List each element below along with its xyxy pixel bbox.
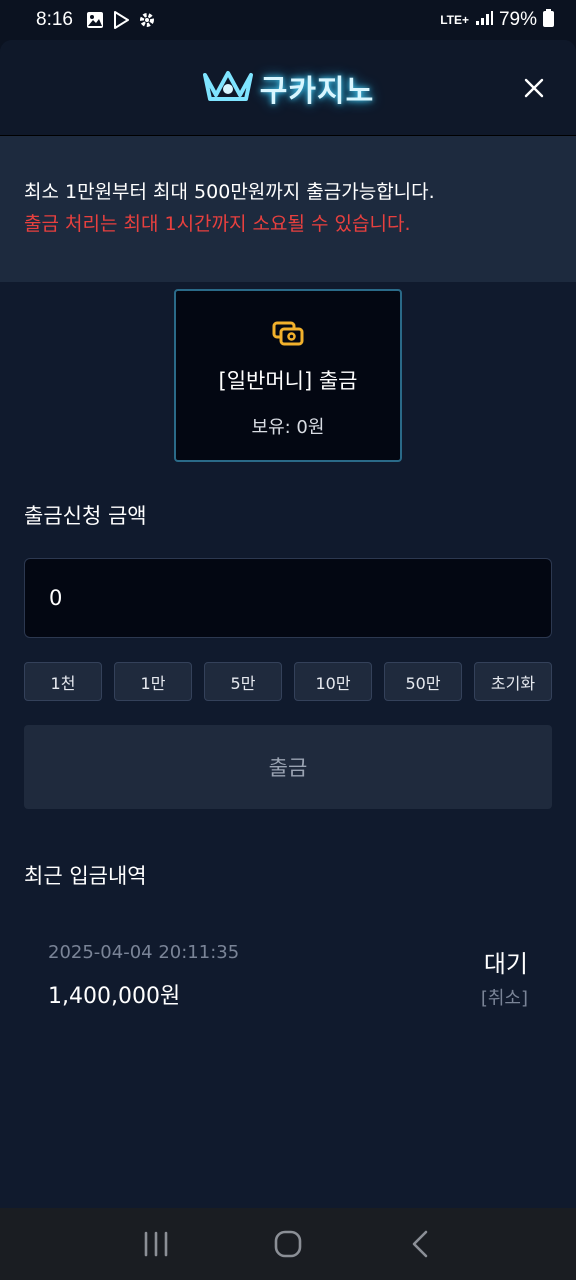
status-bar: 8:16 LTE+ 79% [0, 0, 576, 40]
history-amount: 1,400,000원 [48, 984, 181, 1009]
withdraw-submit-button[interactable]: 출금 [24, 725, 552, 809]
gallery-icon [85, 10, 105, 30]
notice-limit-text: 최소 1만원부터 최대 500만원까지 출금가능합니다. [24, 181, 435, 203]
status-time: 8:16 [36, 9, 73, 30]
history-status: 대기 [483, 950, 528, 978]
history-cancel-link[interactable]: [취소] [481, 984, 528, 1010]
battery-level: 79% [498, 9, 537, 30]
settings-gear-icon [137, 10, 157, 30]
quick-500k-button[interactable]: 50만 [384, 662, 462, 701]
withdraw-type-title: [일반머니] 출금 [218, 369, 358, 393]
battery-icon [543, 9, 554, 31]
home-icon [274, 1230, 302, 1258]
home-button[interactable] [264, 1220, 312, 1268]
withdraw-type-balance: 보유: 0원 [251, 417, 325, 438]
close-icon [524, 78, 544, 98]
quick-amount-row: 1천 1만 5만 10만 50만 초기화 [24, 662, 552, 701]
quick-1k-button[interactable]: 1천 [24, 662, 102, 701]
sheet-header: 구카지노 [0, 40, 576, 136]
recent-apps-icon [144, 1231, 168, 1257]
amount-label: 출금신청 금액 [24, 504, 147, 528]
back-button[interactable] [396, 1220, 444, 1268]
withdraw-type-card[interactable]: [일반머니] 출금 보유: 0원 [174, 289, 402, 462]
history-label: 최근 입금내역 [24, 864, 147, 888]
signal-icon [475, 10, 493, 30]
notice-box: 최소 1만원부터 최대 500만원까지 출금가능합니다. 출금 처리는 최대 1… [0, 136, 576, 282]
logo-text: 구카지노 [259, 73, 375, 109]
quick-100k-button[interactable]: 10만 [294, 662, 372, 701]
history-date: 2025-04-04 20:11:35 [48, 942, 240, 963]
network-type: LTE+ [440, 13, 469, 27]
wallet-icon [272, 321, 304, 351]
quick-50k-button[interactable]: 5만 [204, 662, 282, 701]
close-button[interactable] [520, 74, 548, 102]
reset-button[interactable]: 초기화 [474, 662, 552, 701]
crown-icon [202, 69, 254, 107]
site-logo: 구카지노 [202, 66, 374, 110]
history-item: 2025-04-04 20:11:35 1,400,000원 대기 [취소] [48, 942, 528, 1022]
quick-10k-button[interactable]: 1만 [114, 662, 192, 701]
recent-apps-button[interactable] [132, 1220, 180, 1268]
play-store-icon [111, 10, 131, 30]
notice-warning-text: 출금 처리는 최대 1시간까지 소요될 수 있습니다. [24, 213, 411, 235]
system-nav-bar [0, 1208, 576, 1280]
back-icon [412, 1230, 428, 1258]
amount-input[interactable] [24, 558, 552, 638]
